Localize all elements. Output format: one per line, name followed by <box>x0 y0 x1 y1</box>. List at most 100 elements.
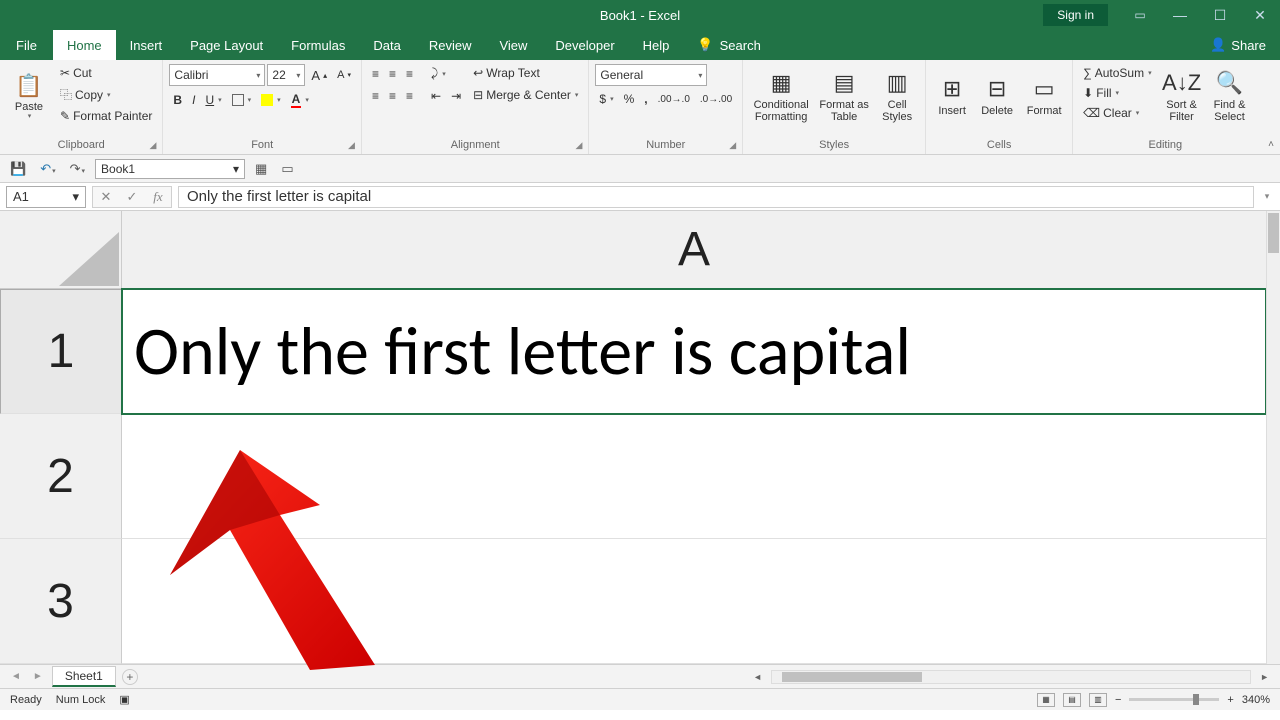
maximize-button[interactable]: ☐ <box>1200 0 1240 30</box>
tab-data[interactable]: Data <box>359 30 414 60</box>
outdent-button[interactable]: ⇤ <box>427 87 445 105</box>
view-pagelayout-button[interactable]: ▤ <box>1063 693 1081 707</box>
increase-decimal-button[interactable]: .00→.0 <box>654 90 694 108</box>
fx-icon[interactable]: fx <box>145 189 171 205</box>
font-color-button[interactable]: A▾ <box>287 90 313 110</box>
cancel-icon[interactable]: ✕ <box>93 189 119 205</box>
undo-button[interactable]: ↶▾ <box>36 159 59 179</box>
tab-developer[interactable]: Developer <box>541 30 628 60</box>
cell-a1[interactable]: Only the first letter is capital <box>122 289 1266 414</box>
cell-a3[interactable] <box>122 539 1266 664</box>
delete-cells-button[interactable]: ⊟Delete <box>976 64 1018 130</box>
row-header-1[interactable]: 1 <box>0 289 122 414</box>
tab-formulas[interactable]: Formulas <box>277 30 359 60</box>
redo-button[interactable]: ↷▾ <box>66 159 89 179</box>
font-size-select[interactable]: 22▾ <box>267 64 305 86</box>
format-painter-button[interactable]: ✎Format Painter <box>56 107 156 125</box>
bold-button[interactable]: B <box>169 91 186 109</box>
cell-styles-button[interactable]: ▥Cell Styles <box>875 64 919 130</box>
percent-button[interactable]: % <box>620 90 639 108</box>
qat-view2[interactable]: ▭ <box>277 159 297 179</box>
fill-button[interactable]: ⬇Fill▾ <box>1079 84 1155 102</box>
launcher-icon[interactable]: ◢ <box>729 140 736 151</box>
horizontal-scrollbar[interactable] <box>771 670 1251 684</box>
row-header-3[interactable]: 3 <box>0 539 122 664</box>
tab-help[interactable]: Help <box>629 30 684 60</box>
signin-button[interactable]: Sign in <box>1043 4 1108 26</box>
underline-button[interactable]: U▾ <box>201 91 225 109</box>
expand-formula-bar[interactable]: ▾ <box>1260 191 1274 202</box>
comma-button[interactable]: , <box>640 90 651 108</box>
qat-view1[interactable]: ▦ <box>251 159 271 179</box>
paste-button[interactable]: 📋 Paste ▾ <box>6 64 52 130</box>
zoom-level[interactable]: 340% <box>1242 694 1270 706</box>
cell-a2[interactable] <box>122 414 1266 539</box>
merge-center-button[interactable]: ⊟Merge & Center▾ <box>469 86 582 104</box>
sheet-tab-1[interactable]: Sheet1 <box>52 666 116 687</box>
decrease-decimal-button[interactable]: .0→.00 <box>696 90 736 108</box>
align-right-button[interactable]: ≡ <box>402 87 417 105</box>
select-all-corner[interactable] <box>0 211 122 289</box>
formula-input[interactable]: Only the first letter is capital <box>178 186 1254 208</box>
tab-insert[interactable]: Insert <box>116 30 177 60</box>
wrap-text-button[interactable]: ↩Wrap Text <box>469 64 582 82</box>
share-button[interactable]: 👤 Share <box>1196 30 1280 60</box>
save-button[interactable]: 💾 <box>6 159 30 179</box>
clear-button[interactable]: ⌫Clear▾ <box>1079 104 1155 122</box>
minimize-button[interactable]: — <box>1160 0 1200 30</box>
add-sheet-button[interactable]: + <box>122 669 138 685</box>
launcher-icon[interactable]: ◢ <box>150 140 157 151</box>
orientation-button[interactable]: ⤸▾ <box>427 64 450 83</box>
indent-button[interactable]: ⇥ <box>447 87 465 105</box>
align-top-button[interactable]: ≡ <box>368 65 383 83</box>
fill-color-button[interactable]: ▾ <box>257 91 285 109</box>
column-header-a[interactable]: A <box>122 211 1266 289</box>
format-as-table-button[interactable]: ▤Format as Table <box>817 64 871 130</box>
font-name-select[interactable]: Calibri▾ <box>169 64 265 86</box>
tab-review[interactable]: Review <box>415 30 486 60</box>
launcher-icon[interactable]: ◢ <box>348 140 355 151</box>
format-cells-button[interactable]: ▭Format <box>1022 64 1066 130</box>
view-normal-button[interactable]: ▦ <box>1037 693 1055 707</box>
close-button[interactable]: ✕ <box>1240 0 1280 30</box>
tab-home[interactable]: Home <box>53 30 116 60</box>
align-middle-button[interactable]: ≡ <box>385 65 400 83</box>
align-left-button[interactable]: ≡ <box>368 87 383 105</box>
tab-view[interactable]: View <box>485 30 541 60</box>
macro-record-icon[interactable]: ▣ <box>119 693 129 706</box>
zoom-slider[interactable] <box>1129 698 1219 701</box>
sheet-nav-prev[interactable]: ◄ <box>8 671 24 682</box>
row-header-2[interactable]: 2 <box>0 414 122 539</box>
autosum-button[interactable]: ∑AutoSum▾ <box>1079 64 1155 82</box>
vertical-scrollbar[interactable] <box>1266 211 1280 664</box>
zoom-in-button[interactable]: + <box>1227 694 1233 706</box>
view-pagebreak-button[interactable]: ▥ <box>1089 693 1107 707</box>
find-select-button[interactable]: 🔍Find & Select <box>1208 64 1252 130</box>
border-button[interactable]: ▾ <box>228 91 256 109</box>
document-name-box[interactable]: Book1▾ <box>95 159 245 179</box>
accounting-button[interactable]: $▾ <box>595 90 617 108</box>
collapse-ribbon-button[interactable]: ˄ <box>1268 139 1274 150</box>
conditional-formatting-button[interactable]: ▦Conditional Formatting <box>749 64 813 130</box>
tab-pagelayout[interactable]: Page Layout <box>176 30 277 60</box>
hscroll-right[interactable]: ► <box>1257 672 1272 682</box>
zoom-out-button[interactable]: − <box>1115 694 1121 706</box>
tab-file[interactable]: File <box>0 30 53 60</box>
insert-cells-button[interactable]: ⊞Insert <box>932 64 972 130</box>
cut-button[interactable]: ✂Cut <box>56 64 156 82</box>
sort-filter-button[interactable]: A↓ZSort & Filter <box>1160 64 1204 130</box>
align-center-button[interactable]: ≡ <box>385 87 400 105</box>
tell-me[interactable]: 💡 Search <box>683 30 774 60</box>
number-format-select[interactable]: General▾ <box>595 64 707 86</box>
name-box[interactable]: A1▾ <box>6 186 86 208</box>
grow-font-button[interactable]: A▴ <box>307 66 331 85</box>
ribbon-options-icon[interactable]: ▭ <box>1120 0 1160 30</box>
align-bottom-button[interactable]: ≡ <box>402 65 417 83</box>
enter-icon[interactable]: ✓ <box>119 189 145 205</box>
sheet-nav-next[interactable]: ► <box>30 671 46 682</box>
copy-button[interactable]: ⿻Copy▾ <box>56 84 156 105</box>
launcher-icon[interactable]: ◢ <box>576 140 583 151</box>
shrink-font-button[interactable]: A▾ <box>333 66 355 84</box>
hscroll-left[interactable]: ◄ <box>750 672 765 682</box>
italic-button[interactable]: I <box>188 91 199 109</box>
